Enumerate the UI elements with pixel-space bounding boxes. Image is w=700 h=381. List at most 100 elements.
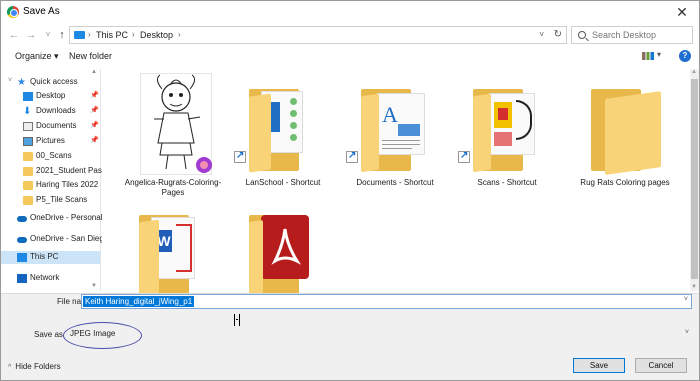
sidebar-item-haring-tiles-2022[interactable]: Haring Tiles 2022: [1, 179, 100, 192]
folder-icon: [249, 207, 319, 298]
folder-icon: [249, 81, 319, 173]
navigation-pane: ▲ ˅ ★ Quick access Desktop 📌 ⬇ Downloads…: [1, 69, 112, 291]
shortcut-arrow-icon: [346, 150, 358, 163]
sidebar-item-00-scans[interactable]: 00_Scans: [1, 150, 100, 163]
sidebar-item-downloads[interactable]: ⬇ Downloads 📌: [1, 105, 100, 118]
forward-arrow-icon[interactable]: →: [24, 27, 38, 43]
chevron-right-icon[interactable]: ›: [132, 30, 135, 39]
save-as-type-select[interactable]: JPEG Image ˅: [65, 327, 692, 342]
cancel-button[interactable]: Cancel: [635, 358, 687, 373]
address-row: ← → ˅ ↑ › This PC › Desktop › ˅ ↻: [1, 23, 699, 47]
refresh-icon[interactable]: ↻: [554, 29, 562, 40]
sidebar-item-2021-student-passw[interactable]: 2021_Student Passw: [1, 165, 112, 178]
cloud-icon: [17, 237, 27, 243]
chrome-icon: [7, 6, 19, 18]
search-input[interactable]: [592, 29, 690, 41]
window-title: Save As: [23, 6, 60, 17]
sidebar-item-onedrive-personal[interactable]: OneDrive - Personal: [1, 212, 103, 225]
sidebar-item-onedrive-san-diego[interactable]: OneDrive - San Diego: [1, 233, 108, 246]
close-icon[interactable]: ✕: [673, 3, 691, 21]
file-tile[interactable]: Angelica-Rugrats-Coloring-Pages: [120, 71, 226, 201]
breadcrumb-this-pc[interactable]: This PC: [96, 30, 128, 40]
sidebar-item-network[interactable]: Network: [1, 272, 100, 285]
folder-icon: W: [139, 207, 209, 299]
sidebar-item-label: This PC: [30, 252, 59, 261]
chevron-up-icon: ^: [8, 364, 12, 371]
coloring-page-thumbnail: [140, 73, 212, 175]
chevron-right-icon[interactable]: ›: [178, 30, 181, 39]
file-tile[interactable]: LanSchool - Shortcut: [230, 71, 336, 201]
pin-icon: 📌: [90, 137, 99, 144]
change-view-icon[interactable]: [642, 52, 654, 60]
file-label: Scans - Shortcut: [477, 178, 537, 187]
pictures-icon: [23, 137, 33, 146]
folder-icon: [23, 181, 33, 190]
chevron-down-icon[interactable]: ˅: [8, 77, 12, 84]
hide-folders-button[interactable]: ^ Hide Folders: [8, 362, 61, 371]
save-button[interactable]: Save: [573, 358, 625, 373]
folder-icon: [591, 81, 661, 175]
sidebar-item-p5-tile-scans[interactable]: P5_Tile Scans: [1, 194, 100, 207]
help-icon[interactable]: ?: [679, 50, 691, 62]
scroll-up-icon[interactable]: ▲: [91, 69, 97, 75]
file-name-input[interactable]: Keith Haring_digital_jWing_p1 ˅: [81, 294, 692, 309]
sidebar-item-label: 00_Scans: [36, 151, 72, 160]
sidebar-item-documents[interactable]: Documents 📌: [1, 120, 100, 133]
folder-icon: A: [361, 81, 431, 173]
sidebar-item-label: P5_Tile Scans: [36, 195, 88, 204]
organize-button[interactable]: Organize ▾: [15, 51, 59, 62]
sidebar-item-label: Downloads: [36, 106, 76, 115]
file-label: Documents - Shortcut: [356, 178, 434, 187]
sidebar-item-this-pc[interactable]: This PC: [1, 251, 100, 264]
sidebar-item-desktop[interactable]: Desktop 📌: [1, 90, 100, 103]
back-arrow-icon[interactable]: ←: [7, 27, 21, 43]
file-tile[interactable]: A Documents - Shortcut: [342, 71, 448, 201]
view-options-chevron-icon[interactable]: ▾: [657, 50, 661, 59]
chevron-right-icon[interactable]: ›: [88, 30, 91, 39]
pin-icon: 📌: [90, 92, 99, 99]
network-icon: [17, 274, 27, 283]
recent-locations-chevron-icon[interactable]: ˅: [41, 27, 55, 43]
sidebar-item-label: OneDrive - Personal: [30, 213, 103, 222]
search-box[interactable]: [571, 26, 693, 44]
pin-icon: 📌: [90, 122, 99, 129]
folder-icon: [23, 167, 33, 176]
breadcrumb-desktop[interactable]: Desktop: [140, 30, 173, 40]
pin-icon: 📌: [90, 107, 99, 114]
up-arrow-icon[interactable]: ↑: [55, 27, 69, 43]
address-dropdown-icon[interactable]: ˅: [539, 30, 544, 39]
annotation-ellipse: [63, 322, 142, 349]
folder-icon: [473, 81, 543, 173]
sidebar-item-quick-access[interactable]: ˅ ★ Quick access: [1, 76, 100, 89]
pdf-icon: [271, 228, 302, 265]
address-bar[interactable]: › This PC › Desktop › ˅ ↻: [69, 26, 567, 44]
scroll-down-icon[interactable]: ▼: [691, 284, 697, 290]
sidebar-item-pictures[interactable]: Pictures 📌: [1, 135, 100, 148]
text-cursor-icon: [234, 314, 240, 326]
file-list: Angelica-Rugrats-Coloring-Pages LanSchoo…: [102, 69, 689, 299]
star-icon: ★: [17, 77, 26, 88]
scroll-down-icon[interactable]: ▼: [91, 283, 97, 289]
sidebar-item-label: Haring Tiles 2022: [36, 180, 99, 189]
chevron-down-icon[interactable]: ˅: [684, 296, 688, 303]
download-icon: ⬇: [23, 106, 32, 117]
chevron-down-icon[interactable]: ˅: [685, 329, 689, 336]
sidebar-item-label: Documents: [36, 121, 77, 130]
sidebar-item-label: OneDrive - San Diego: [30, 234, 109, 243]
file-name-value[interactable]: Keith Haring_digital_jWing_p1: [83, 296, 195, 307]
folder-icon: [23, 196, 33, 205]
file-label: LanSchool - Shortcut: [245, 178, 321, 187]
this-pc-icon: [74, 31, 85, 39]
vertical-scrollbar[interactable]: ▲ ▼: [690, 69, 699, 291]
this-pc-icon: [17, 253, 27, 262]
scroll-up-icon[interactable]: ▲: [691, 69, 697, 75]
sidebar-item-label: Pictures: [36, 136, 65, 145]
file-tile[interactable]: Scans - Shortcut: [454, 71, 560, 201]
shortcut-arrow-icon: [458, 150, 470, 163]
search-icon: [578, 31, 586, 39]
file-tile[interactable]: Rug Rats Coloring pages: [572, 71, 678, 201]
scrollbar-thumb[interactable]: [691, 79, 698, 279]
file-label: Angelica-Rugrats-Coloring-Pages: [124, 178, 222, 197]
hide-folders-label: Hide Folders: [15, 362, 61, 371]
new-folder-button[interactable]: New folder: [69, 51, 112, 61]
